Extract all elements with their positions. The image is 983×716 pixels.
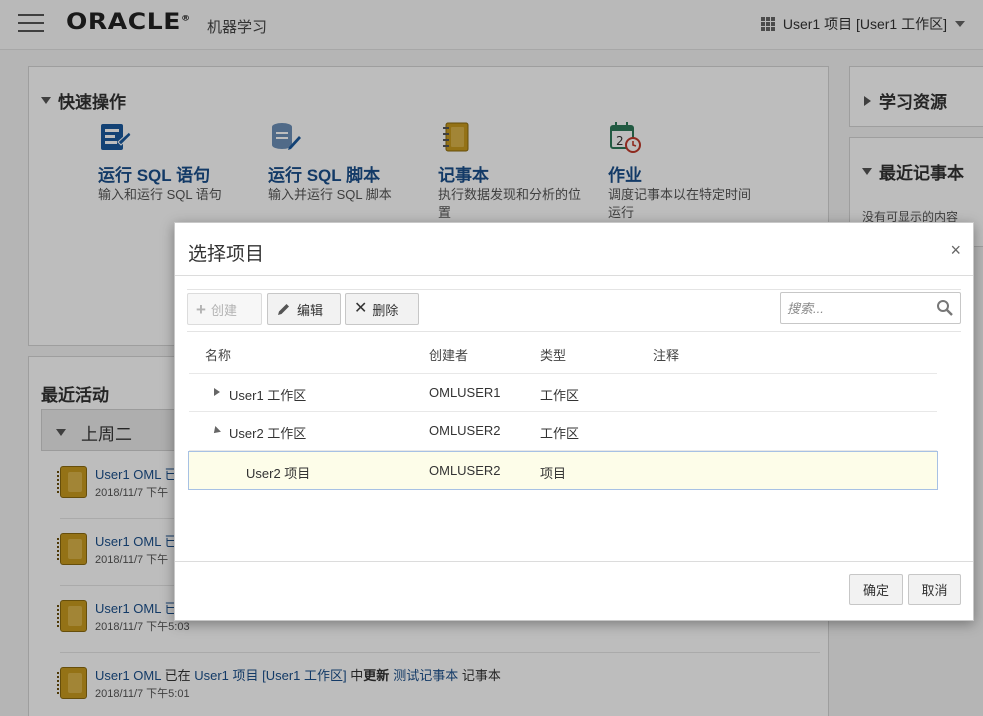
dialog-title: 选择项目 (188, 244, 265, 265)
row-type: 工作区 (540, 426, 580, 441)
plus-icon: + (196, 299, 206, 319)
row-creator: OMLUSER2 (429, 423, 501, 438)
table-row[interactable]: User1 工作区 OMLUSER1 工作区 (189, 373, 937, 412)
edit-button[interactable]: 编辑 (267, 293, 341, 325)
pencil-icon (278, 303, 289, 315)
close-icon[interactable]: × (950, 241, 961, 259)
column-header-name[interactable]: 名称 (205, 345, 231, 364)
table-row[interactable]: User2 工作区 OMLUSER2 工作区 (189, 412, 937, 451)
search-input[interactable] (781, 293, 931, 323)
collapse-icon[interactable] (211, 426, 221, 436)
row-creator: OMLUSER1 (429, 385, 501, 400)
divider (175, 561, 973, 562)
column-header-type[interactable]: 类型 (540, 345, 566, 364)
row-type: 项目 (540, 466, 567, 481)
divider (175, 275, 973, 276)
row-type: 工作区 (540, 388, 580, 403)
create-button[interactable]: + 创建 (187, 293, 262, 325)
column-header-creator[interactable]: 创建者 (429, 345, 468, 364)
row-name: User1 工作区 (229, 388, 307, 403)
expand-icon[interactable] (214, 388, 220, 396)
divider (187, 289, 961, 290)
table-row-selected[interactable]: User2 项目 OMLUSER2 项目 (188, 451, 938, 490)
cancel-button[interactable]: 取消 (908, 574, 961, 605)
delete-button[interactable]: ✕ 删除 (345, 293, 419, 325)
divider (187, 331, 961, 332)
search-field[interactable] (780, 292, 961, 324)
column-header-comment[interactable]: 注释 (653, 345, 679, 364)
ok-button[interactable]: 确定 (849, 574, 903, 605)
select-project-dialog: 选择项目 × + 创建 编辑 ✕ 删除 名称 创建者 类型 注释 User1 工… (174, 222, 974, 621)
row-creator: OMLUSER2 (429, 463, 501, 478)
row-name: User2 项目 (246, 466, 311, 481)
search-icon (937, 300, 953, 316)
delete-x-icon: ✕ (354, 300, 368, 317)
row-name: User2 工作区 (229, 426, 307, 441)
